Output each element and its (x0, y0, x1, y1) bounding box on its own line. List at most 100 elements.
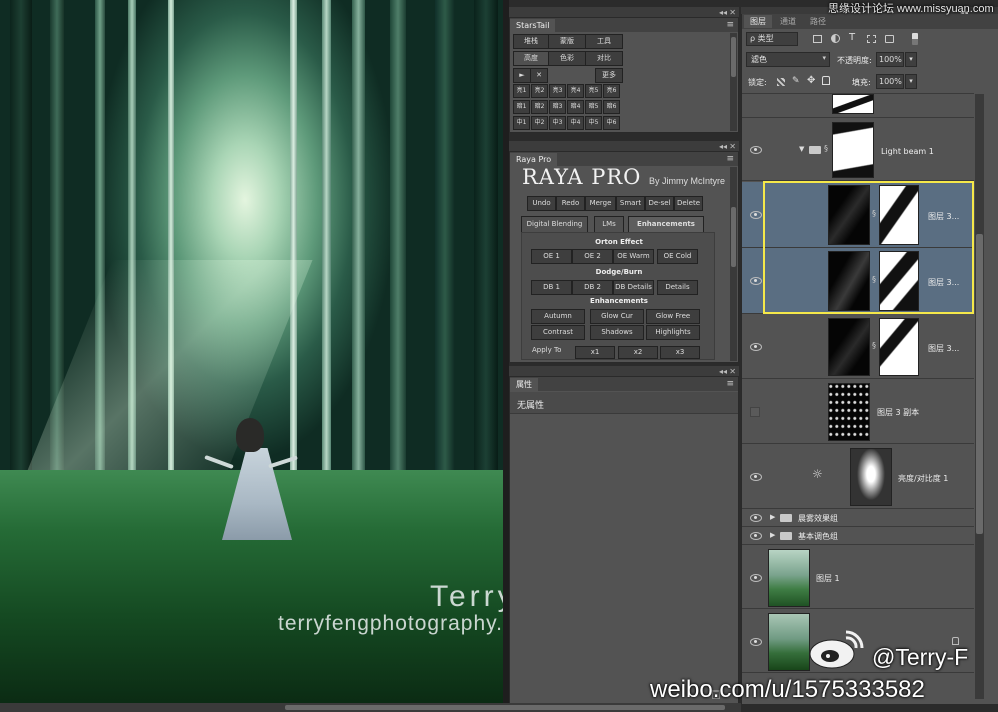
grid-button[interactable]: 中4 (567, 116, 584, 130)
filter-type-icon[interactable]: T (849, 32, 855, 43)
horizontal-scrollbar[interactable] (0, 703, 741, 712)
grid-button[interactable]: 中2 (531, 116, 548, 130)
grid-button[interactable]: 亮3 (549, 84, 566, 98)
visibility-eye-icon[interactable] (750, 473, 762, 481)
starstail-button[interactable]: 蒙版 (548, 34, 586, 49)
panel-menu-icon[interactable]: ≡ (726, 20, 734, 30)
merge-button[interactable]: Merge (585, 196, 616, 211)
blend-mode-select[interactable]: 滤色 ▾ (746, 52, 830, 67)
more-button[interactable]: 更多 (595, 68, 623, 83)
grid-button[interactable]: 暗6 (603, 100, 620, 114)
visibility-eye-icon[interactable] (750, 146, 762, 154)
tab-digital-blending[interactable]: Digital Blending (521, 216, 588, 233)
grid-button[interactable]: 亮4 (567, 84, 584, 98)
tab-properties[interactable]: 属性 (510, 378, 538, 391)
scroll-thumb[interactable] (976, 234, 983, 534)
layer-name[interactable]: 晨雾效果组 (798, 513, 838, 524)
enhancement-button[interactable]: Shadows (590, 325, 644, 340)
layers-scrollbar[interactable] (975, 94, 984, 699)
layer-row[interactable]: § 图层 3... (742, 315, 974, 379)
filter-pixel-icon[interactable] (813, 35, 822, 43)
apply-button[interactable]: x1 (575, 346, 615, 359)
starstail-button[interactable]: 高度 (513, 51, 549, 66)
lock-all-icon[interactable] (822, 76, 830, 85)
grid-button[interactable]: 中3 (549, 116, 566, 130)
expand-triangle-icon[interactable]: ▶ (770, 531, 775, 539)
grid-button[interactable]: 暗5 (585, 100, 602, 114)
orton-button[interactable]: OE Warm (613, 249, 654, 264)
stop-button[interactable]: ✕ (530, 68, 548, 83)
tab-layers[interactable]: 图层 (744, 15, 772, 28)
apply-button[interactable]: x2 (618, 346, 658, 359)
grid-button[interactable]: 中6 (603, 116, 620, 130)
delete-button[interactable]: Delete (674, 196, 703, 211)
lock-brush-icon[interactable]: ✎ (792, 76, 800, 86)
redo-button[interactable]: Redo (556, 196, 585, 211)
grid-button[interactable]: 亮1 (513, 84, 530, 98)
grid-button[interactable]: 暗3 (549, 100, 566, 114)
visibility-eye-icon[interactable] (750, 532, 762, 540)
play-button[interactable]: ► (513, 68, 531, 83)
tab-channels[interactable]: 通道 (774, 15, 802, 28)
grid-button[interactable]: 亮5 (585, 84, 602, 98)
photo-canvas[interactable]: Terry F terryfengphotography.lofter.com (0, 0, 503, 712)
scroll-thumb[interactable] (285, 705, 725, 710)
visibility-eye-icon[interactable] (750, 514, 762, 522)
enhancement-button[interactable]: Glow Free (646, 309, 700, 324)
layer-row[interactable]: ☼ 亮度/对比度 1 (742, 445, 974, 509)
enhancement-button[interactable]: Contrast (531, 325, 585, 340)
expand-triangle-icon[interactable]: ▼ (799, 145, 804, 153)
orton-button[interactable]: OE Cold (657, 249, 698, 264)
grid-button[interactable]: 暗2 (531, 100, 548, 114)
lock-transparency-icon[interactable] (777, 78, 785, 86)
layer-name[interactable]: 图层 3 副本 (877, 407, 919, 418)
apply-button[interactable]: x3 (660, 346, 700, 359)
lock-move-icon[interactable]: ✥ (807, 75, 815, 86)
grid-button[interactable]: 亮6 (603, 84, 620, 98)
layer-name[interactable]: 图层 3... (928, 343, 959, 354)
layer-row[interactable]: 图层 1 (742, 546, 974, 609)
dodge-button[interactable]: Details (657, 280, 698, 295)
enhancement-button[interactable]: Highlights (646, 325, 700, 340)
dodge-button[interactable]: DB 2 (572, 280, 613, 295)
undo-button[interactable]: Undo (527, 196, 556, 211)
scroll-thumb[interactable] (731, 37, 736, 77)
visibility-eye-icon[interactable] (750, 343, 762, 351)
orton-button[interactable]: OE 1 (531, 249, 572, 264)
layer-group-row[interactable]: ▶ 基本调色组 (742, 528, 974, 545)
scroll-thumb[interactable] (731, 207, 736, 267)
panel-menu-icon[interactable]: ≡ (726, 154, 734, 164)
raya-scrollbar[interactable] (730, 167, 737, 361)
filter-smart-icon[interactable] (885, 35, 894, 43)
filter-shape-icon[interactable] (867, 35, 876, 43)
visibility-eye-icon[interactable] (750, 574, 762, 582)
orton-button[interactable]: OE 2 (572, 249, 613, 264)
expand-triangle-icon[interactable]: ▶ (770, 513, 775, 521)
visibility-off-icon[interactable] (750, 407, 760, 417)
tab-enhancements[interactable]: Enhancements (628, 216, 704, 233)
layer-group-row[interactable]: ▶ 晨雾效果组 (742, 510, 974, 527)
grid-button[interactable]: 中5 (585, 116, 602, 130)
starstail-button[interactable]: 堆栈 (513, 34, 549, 49)
layer-filter-select[interactable]: ρ 类型 (746, 32, 798, 46)
grid-button[interactable]: 亮2 (531, 84, 548, 98)
layer-name[interactable]: 亮度/对比度 1 (898, 473, 948, 484)
filter-adjust-icon[interactable] (831, 34, 840, 43)
starstail-button[interactable]: 色彩 (548, 51, 586, 66)
visibility-eye-icon[interactable] (750, 277, 762, 285)
fill-dropdown-icon[interactable]: ▾ (905, 74, 917, 89)
grid-button[interactable]: 暗4 (567, 100, 584, 114)
layer-row[interactable]: ▼ § Light beam 1 (742, 118, 974, 181)
layer-name[interactable]: 基本调色组 (798, 531, 838, 542)
opacity-dropdown-icon[interactable]: ▾ (905, 52, 917, 67)
opacity-field[interactable]: 100% (876, 52, 904, 67)
filter-toggle-icon[interactable] (912, 33, 918, 45)
grid-button[interactable]: 暗1 (513, 100, 530, 114)
enhancement-button[interactable]: Glow Cur (590, 309, 644, 324)
layer-row[interactable]: 图层 3 副本 (742, 380, 974, 444)
dodge-button[interactable]: DB Details (613, 280, 654, 295)
starstail-scrollbar[interactable] (730, 33, 737, 131)
tab-lms[interactable]: LMs (594, 216, 624, 233)
layer-name[interactable]: Light beam 1 (881, 147, 934, 156)
enhancement-button[interactable]: Autumn (531, 309, 585, 324)
